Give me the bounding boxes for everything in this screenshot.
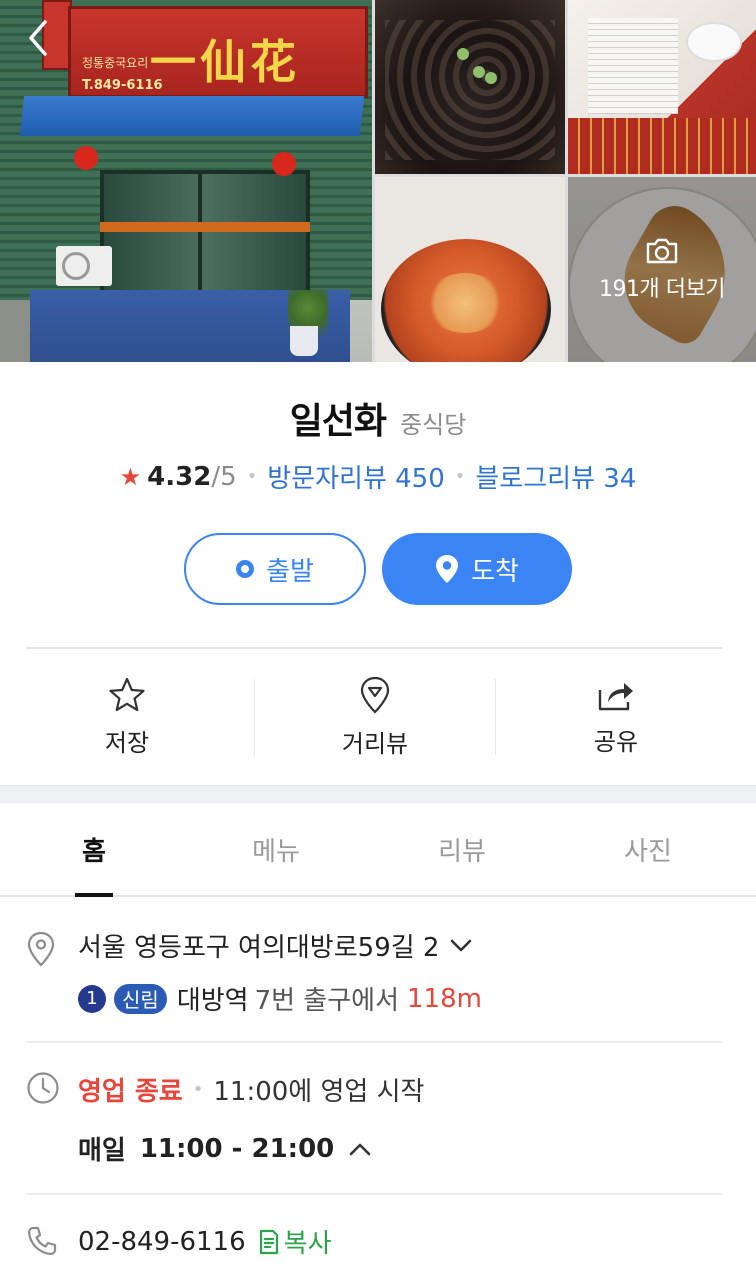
tab-reviews[interactable]: 리뷰: [364, 803, 560, 895]
hours-toggle[interactable]: 매일 11:00 - 21:00: [78, 1130, 722, 1167]
copy-button[interactable]: 복사: [258, 1223, 332, 1260]
exit-text: 7번 출구에서: [254, 986, 399, 1016]
subway-line-badge: 1: [78, 984, 106, 1013]
location-pin-icon: [436, 555, 459, 583]
separator-dot: •: [246, 466, 258, 487]
rating-max: /5: [211, 461, 237, 492]
place-category: 중식당: [400, 411, 467, 439]
share-button[interactable]: 공유: [496, 649, 736, 785]
arrive-button[interactable]: 도착: [382, 533, 572, 605]
phone-icon: [27, 1226, 57, 1256]
distance: 118m: [407, 983, 482, 1014]
copy-icon: [259, 1229, 278, 1254]
phone-number[interactable]: 02-849-6116: [78, 1227, 246, 1257]
tab-bar: 홈 메뉴 리뷰 사진: [0, 803, 756, 897]
more-photos-button[interactable]: 191개 더보기: [568, 177, 756, 362]
subway-info: 1 신림 대방역 7번 출구에서 118m: [78, 980, 722, 1017]
separator-dot: •: [192, 1079, 204, 1100]
star-rating-icon: ★: [119, 462, 142, 491]
start-label: 출발: [266, 556, 314, 587]
action-bar: 저장 거리뷰 공유: [0, 649, 756, 785]
photo-gallery[interactable]: 정통중국요리 T.849-6116 一仙花 191개 더보기: [0, 0, 756, 362]
place-info: 일선화 중식당 ★ 4.32 /5 • 방문자리뷰 450 • 블로그리뷰 34…: [0, 362, 756, 649]
section-gap: [0, 785, 756, 803]
clock-icon: [27, 1072, 59, 1104]
address-section: 서울 영등포구 여의대방로59길 2 1 신림 대방역 7번 출구에서 118m: [0, 897, 756, 1041]
phone-section: 02-849-6116 복사: [0, 1195, 756, 1270]
street-view-button[interactable]: 거리뷰: [255, 649, 495, 785]
share-label: 공유: [593, 727, 639, 756]
copy-label: 복사: [283, 1229, 332, 1259]
closed-status: 영업 종료: [78, 1077, 183, 1107]
hours-section: 영업 종료 • 11:00에 영업 시작 매일 11:00 - 21:00: [0, 1043, 756, 1193]
route-buttons: 출발 도착: [0, 533, 756, 605]
hours-range: 11:00 - 21:00: [139, 1133, 335, 1164]
hours-days: 매일: [78, 1136, 126, 1166]
blog-reviews-link[interactable]: 블로그리뷰 34: [475, 458, 636, 495]
camera-icon: [646, 238, 678, 263]
chevron-up-icon: [349, 1143, 371, 1155]
street-view-icon: [360, 676, 390, 714]
subway-line-tag: 신림: [114, 983, 167, 1014]
street-view-label: 거리뷰: [341, 729, 409, 758]
food-photo-2[interactable]: [568, 0, 756, 174]
tab-home[interactable]: 홈: [0, 803, 188, 895]
tab-photos[interactable]: 사진: [560, 803, 736, 895]
tab-menu[interactable]: 메뉴: [188, 803, 364, 895]
chevron-left-icon: [29, 20, 47, 56]
start-button[interactable]: 출발: [184, 533, 366, 605]
station-name: 대방역: [176, 986, 249, 1016]
arrive-label: 도착: [471, 556, 519, 587]
title-row: 일선화 중식당: [0, 392, 756, 444]
star-icon: [109, 677, 145, 711]
hours-status-line: 영업 종료 • 11:00에 영업 시작: [78, 1071, 722, 1108]
rating-row: ★ 4.32 /5 • 방문자리뷰 450 • 블로그리뷰 34: [0, 458, 756, 495]
sign-subtitle: 정통중국요리: [82, 56, 149, 70]
separator-dot: •: [454, 466, 466, 487]
origin-dot-icon: [236, 560, 255, 578]
food-photo-1[interactable]: [375, 0, 565, 174]
more-photos-label: 191개 더보기: [599, 276, 725, 302]
sign-hanja: 一仙花: [150, 35, 300, 89]
address-line[interactable]: 서울 영등포구 여의대방로59길 2: [78, 927, 722, 964]
chevron-down-icon: [451, 939, 472, 951]
location-pin-icon: [27, 931, 55, 967]
save-button[interactable]: 저장: [0, 649, 254, 785]
place-name: 일선화: [289, 401, 387, 442]
visitor-reviews-link[interactable]: 방문자리뷰 450: [267, 458, 445, 495]
address-text: 서울 영등포구 여의대방로59길 2: [78, 933, 440, 963]
phone-line: 02-849-6116 복사: [78, 1223, 722, 1260]
share-icon: [598, 682, 633, 710]
food-photo-3[interactable]: [375, 177, 565, 362]
rating-score: 4.32: [147, 461, 212, 492]
save-label: 저장: [104, 728, 150, 757]
next-open-time: 11:00에 영업 시작: [213, 1077, 425, 1107]
back-button[interactable]: [18, 16, 58, 60]
